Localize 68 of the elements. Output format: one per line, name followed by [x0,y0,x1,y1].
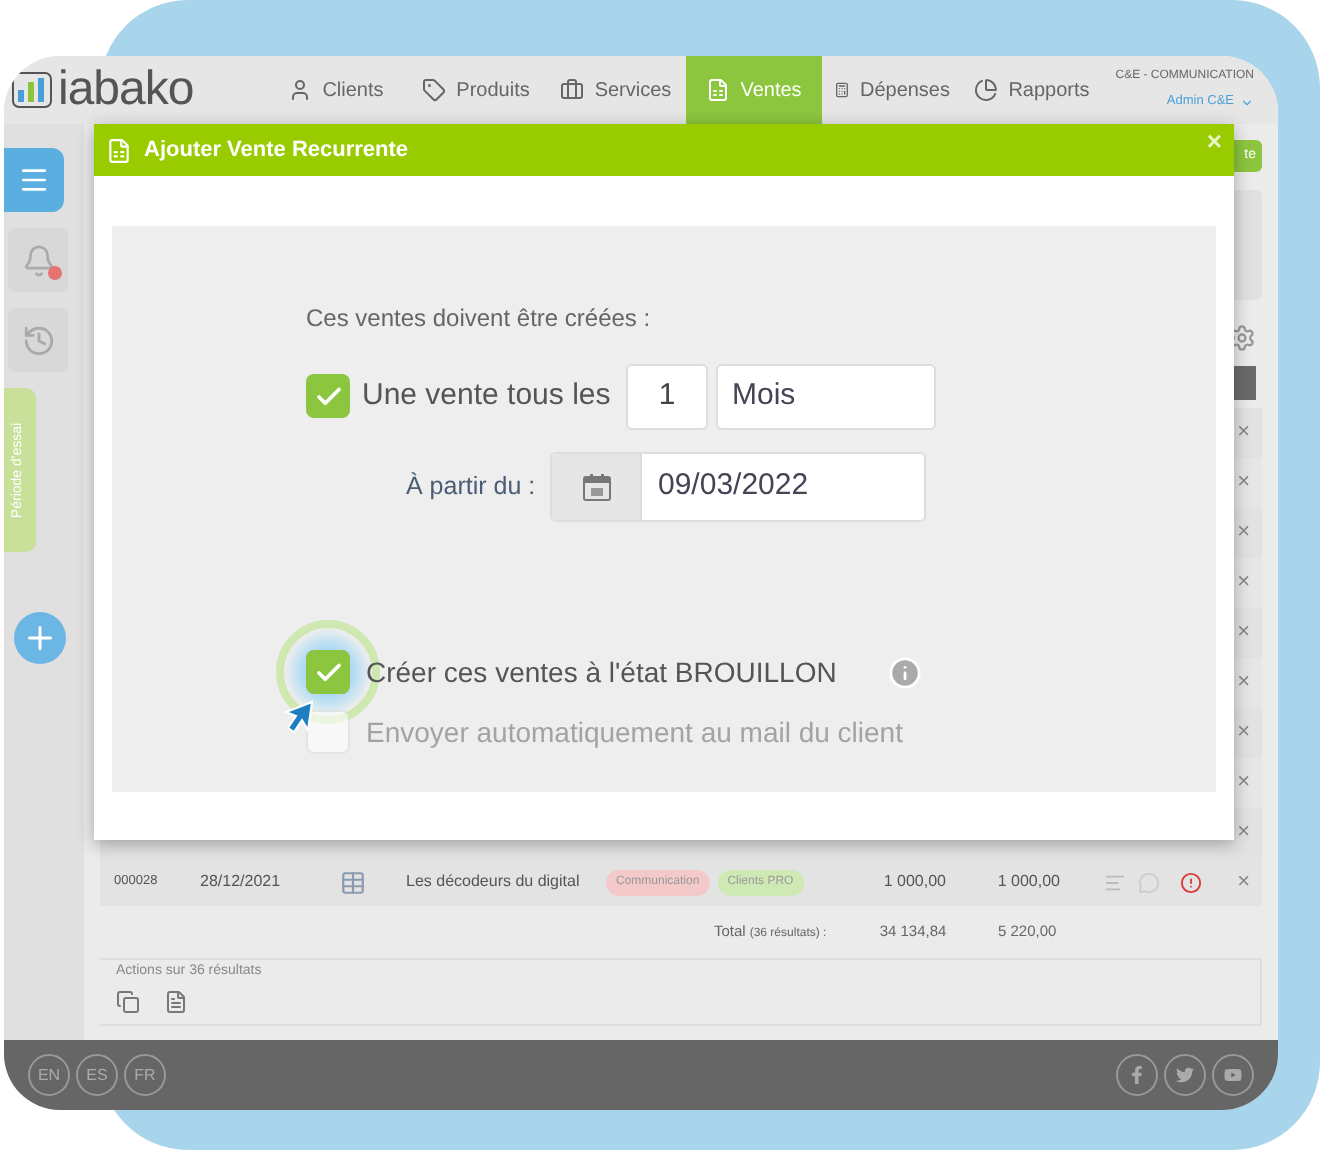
delete-mark[interactable]: × [1237,672,1250,694]
nav-tab[interactable]: Produits [406,56,546,124]
youtube-icon [1224,1066,1242,1084]
language-button[interactable]: ES [76,1054,118,1096]
nav-tab[interactable]: Clients [266,56,406,124]
sheet-icon [106,137,132,163]
repeat-label: Une vente tous les [362,375,613,416]
delete-mark[interactable]: × [1237,522,1250,544]
nav-tab[interactable]: Rapports [962,56,1102,124]
calendar-addon[interactable] [552,454,642,520]
calendar-icon [581,472,611,502]
document-icon[interactable] [164,989,188,1013]
tag-icon [422,78,447,102]
person-icon [288,78,313,102]
delete-mark[interactable]: × [1237,572,1250,594]
nav-tab[interactable]: Dépenses [822,56,962,124]
logo-text: iabako [58,66,194,114]
twitter-icon [1176,1066,1194,1084]
copy-icon[interactable] [116,989,140,1013]
delete-mark[interactable]: × [1237,772,1250,794]
unit-select[interactable]: Mois [716,363,936,429]
option-label: Envoyer automatiquement au mail du client [366,713,903,752]
intro-text: Ces ventes doivent être créées : [306,304,653,332]
modal-title: Ajouter Vente Recurrente [144,135,409,166]
close-button[interactable]: × [1206,127,1222,153]
delete-mark[interactable]: × [1237,622,1250,644]
twitter-button[interactable] [1164,1054,1206,1096]
plus-icon [22,620,58,656]
language-button[interactable]: EN [28,1054,70,1096]
info-icon[interactable] [888,655,923,689]
facebook-icon [1128,1066,1146,1084]
table-cell-text: 1 000,00 [995,870,1060,894]
start-label: À partir du : [406,470,538,505]
calculator-icon [834,78,850,102]
table-icon [340,869,366,895]
alert-icon[interactable] [1180,871,1202,893]
facebook-button[interactable] [1116,1054,1158,1096]
youtube-button[interactable] [1212,1054,1254,1096]
delete-mark[interactable]: × [1237,472,1250,494]
pie-chart-icon [974,78,999,102]
history-icon [21,323,55,357]
table-cell-text: 28/12/2021 [200,870,283,894]
sheet-icon [706,78,731,102]
notes-icon[interactable] [1104,871,1126,893]
checkbox[interactable] [306,650,350,694]
caret-icon [1240,95,1254,109]
delete-mark[interactable]: × [1237,822,1250,844]
notifications-button[interactable] [8,228,68,292]
checkbox[interactable] [306,374,350,418]
nav-tab[interactable]: Ventes [686,56,822,124]
date-field[interactable]: 09/03/2022 [550,452,926,522]
briefcase-icon [560,78,585,102]
count-field[interactable]: 1 [626,363,708,429]
delete-mark[interactable]: × [1237,422,1250,444]
nav-tab[interactable]: Services [546,56,686,124]
history-button[interactable] [8,308,68,372]
delete-mark[interactable]: × [1237,865,1262,899]
table-cell-text: 1 000,00 [881,870,946,894]
delete-mark[interactable]: × [1237,722,1250,744]
language-button[interactable]: FR [124,1054,166,1096]
bell-icon [21,243,55,277]
table-cell-text: Les décodeurs du digital [406,870,582,894]
add-button[interactable] [14,612,66,664]
settings-icon[interactable] [1228,324,1256,352]
menu-icon [18,164,50,196]
menu-button[interactable] [4,148,64,212]
bar-chart-logo-icon [12,72,52,108]
option-label: Créer ces ventes à l'état BROUILLON [366,653,837,691]
